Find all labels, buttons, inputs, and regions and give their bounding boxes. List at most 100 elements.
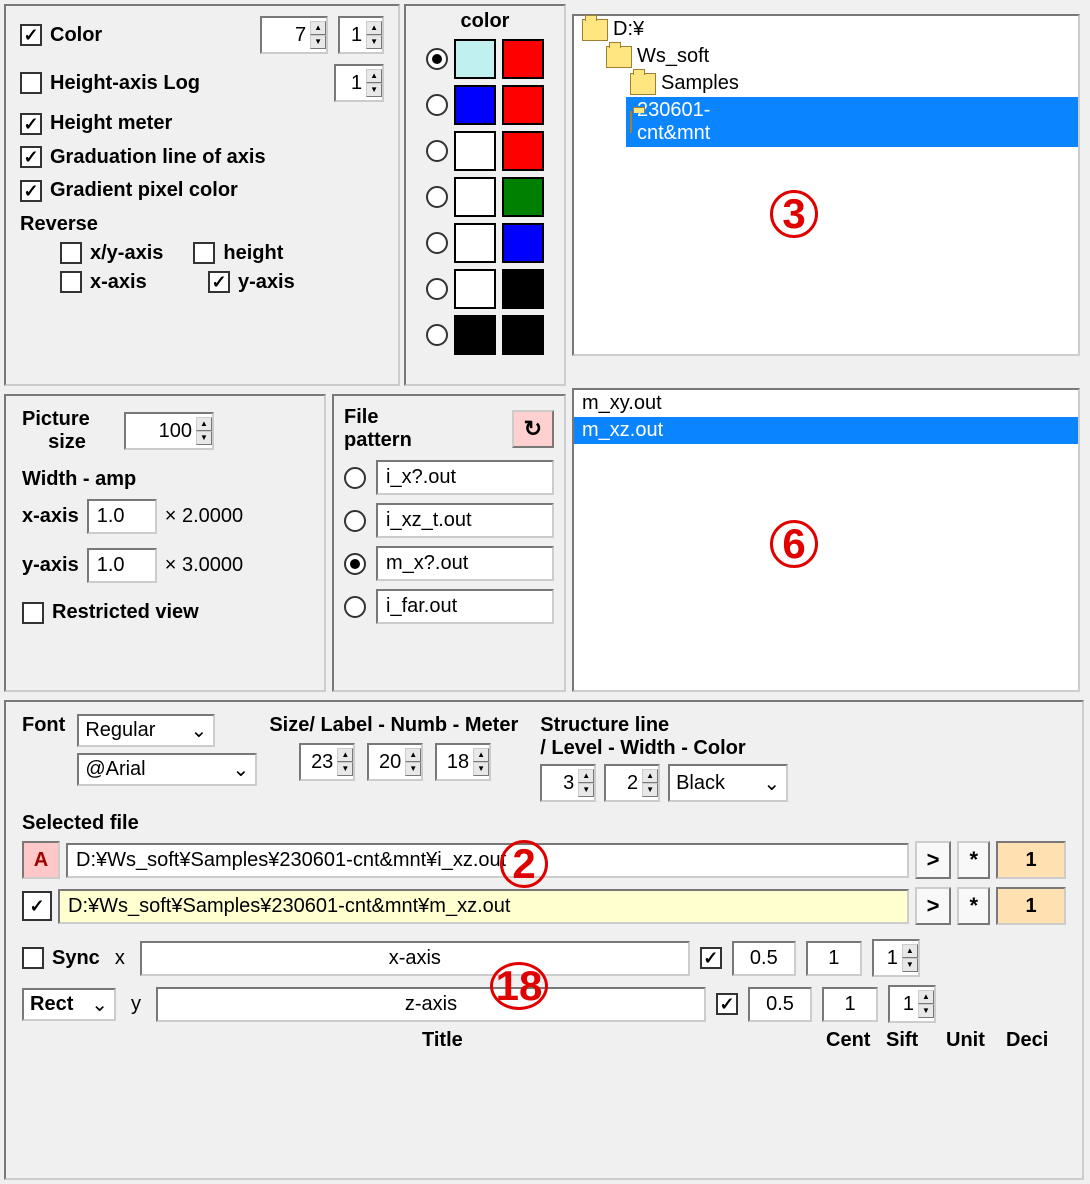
height-meter-checkbox[interactable]: Height meter [20, 112, 172, 135]
font-family-select[interactable]: @Arial [77, 753, 257, 786]
level-spinner[interactable]: ▲▼ [540, 764, 596, 802]
sync-checkbox[interactable]: Sync [22, 947, 100, 970]
cent-y-input[interactable] [748, 987, 812, 1022]
chevron-down-icon [91, 992, 108, 1017]
pattern-radio-3[interactable] [344, 596, 366, 618]
x-axis-checkbox[interactable]: x-axis [60, 271, 178, 294]
color-swatch-a-4[interactable] [454, 223, 496, 263]
color-checkbox[interactable]: Color [20, 24, 102, 47]
chevron-down-icon [233, 757, 250, 782]
pattern-radio-2[interactable] [344, 553, 366, 575]
color-radio-1[interactable] [426, 94, 448, 116]
color-swatch-a-6[interactable] [454, 315, 496, 355]
size-label: Size/ Label - Numb - Meter [269, 714, 518, 737]
color-swatch-a-1[interactable] [454, 85, 496, 125]
font-style-select[interactable]: Regular [77, 714, 215, 747]
size-numb-spinner[interactable]: ▲▼ [367, 743, 423, 781]
grad-pixel-checkbox[interactable]: Gradient pixel color [20, 179, 238, 202]
a-badge[interactable]: A [22, 841, 60, 879]
color-radio-6[interactable] [426, 324, 448, 346]
tree-item[interactable]: Ws_soft [602, 43, 1078, 70]
unit-x-input[interactable] [806, 941, 862, 976]
y-axis-input[interactable] [87, 548, 157, 583]
height-log-spinner[interactable]: ▲▼ [334, 64, 384, 102]
pattern-item-0[interactable]: i_x?.out [376, 460, 554, 495]
color-swatch-b-6[interactable] [502, 315, 544, 355]
y-axis-checkbox[interactable]: y-axis [208, 271, 295, 294]
color-radio-4[interactable] [426, 232, 448, 254]
color-swatch-a-0[interactable] [454, 39, 496, 79]
cent-x-input[interactable] [732, 941, 796, 976]
reverse-label: Reverse [20, 213, 384, 236]
color-radio-2[interactable] [426, 140, 448, 162]
color-radio-0[interactable] [426, 48, 448, 70]
width-spinner[interactable]: ▲▼ [604, 764, 660, 802]
color-swatch-a-3[interactable] [454, 177, 496, 217]
rect-select[interactable]: Rect [22, 988, 116, 1021]
color-swatch-a-5[interactable] [454, 269, 496, 309]
tree-item[interactable]: Samples [626, 70, 1078, 97]
deci-x-spinner[interactable]: ▲▼ [872, 939, 920, 977]
tree-item[interactable]: D:¥ [578, 16, 1078, 43]
color-header: color [410, 10, 560, 33]
x-axis-input[interactable] [87, 499, 157, 534]
color-swatch-b-1[interactable] [502, 85, 544, 125]
file2-checkbox[interactable] [22, 891, 52, 921]
color-swatch-b-2[interactable] [502, 131, 544, 171]
color-label: Color [50, 24, 102, 47]
size-meter-spinner[interactable]: ▲▼ [435, 743, 491, 781]
x-title-input[interactable] [140, 941, 690, 976]
pattern-radio-1[interactable] [344, 510, 366, 532]
color-spinner-2[interactable]: ▲▼ [338, 16, 384, 54]
chevron-down-icon [763, 771, 780, 796]
selected-file-1[interactable] [66, 843, 909, 878]
height-checkbox[interactable]: height [193, 242, 283, 265]
folder-icon [630, 73, 656, 95]
num-badge-1: 1 [996, 841, 1066, 879]
color-swatch-b-0[interactable] [502, 39, 544, 79]
pattern-radio-0[interactable] [344, 467, 366, 489]
color-swatch-b-3[interactable] [502, 177, 544, 217]
color-radio-3[interactable] [426, 186, 448, 208]
file-list-item-selected[interactable]: m_xz.out [574, 417, 1078, 444]
grad-line-checkbox[interactable]: Graduation line of axis [20, 146, 266, 169]
selected-file-label: Selected file [22, 812, 1066, 835]
color-swatch-b-4[interactable] [502, 223, 544, 263]
selected-file-2[interactable] [58, 889, 909, 924]
restricted-view-checkbox[interactable]: Restricted view [22, 601, 199, 624]
y-title-input[interactable] [156, 987, 706, 1022]
cent-x-checkbox[interactable] [700, 947, 722, 969]
color-spinner-1[interactable]: ▲▼ [260, 16, 328, 54]
annotation-18: 18 [490, 962, 548, 1010]
gt-button-1[interactable]: > [915, 841, 952, 879]
gt-button-2[interactable]: > [915, 887, 952, 925]
folder-icon [582, 19, 608, 41]
color-swatch-a-2[interactable] [454, 131, 496, 171]
folder-icon [606, 46, 632, 68]
unit-y-input[interactable] [822, 987, 878, 1022]
height-log-checkbox[interactable]: Height-axis Log [20, 72, 200, 95]
width-amp-label: Width - amp [22, 468, 308, 491]
picture-size-label: Picturesize [22, 408, 112, 454]
picture-size-spinner[interactable]: ▲▼ [124, 412, 214, 450]
color-swatch-b-5[interactable] [502, 269, 544, 309]
file-list-item[interactable]: m_xy.out [574, 390, 1078, 417]
color-radio-5[interactable] [426, 278, 448, 300]
tree-item-selected[interactable]: 230601-cnt&mnt [626, 97, 1078, 147]
star-button-1[interactable]: * [957, 841, 990, 879]
star-button-2[interactable]: * [957, 887, 990, 925]
num-badge-2: 1 [996, 887, 1066, 925]
annotation-3: 3 [770, 190, 818, 238]
pattern-item-2[interactable]: m_x?.out [376, 546, 554, 581]
font-label: Font [22, 714, 65, 737]
cent-y-checkbox[interactable] [716, 993, 738, 1015]
color-select[interactable]: Black [668, 764, 788, 802]
pattern-item-1[interactable]: i_xz_t.out [376, 503, 554, 538]
annotation-2: 2 [500, 840, 548, 888]
pattern-item-3[interactable]: i_far.out [376, 589, 554, 624]
size-label-spinner[interactable]: ▲▼ [299, 743, 355, 781]
deci-y-spinner[interactable]: ▲▼ [888, 985, 936, 1023]
refresh-button[interactable]: ↻ [512, 410, 554, 448]
xy-axis-checkbox[interactable]: x/y-axis [60, 242, 163, 265]
annotation-6: 6 [770, 520, 818, 568]
